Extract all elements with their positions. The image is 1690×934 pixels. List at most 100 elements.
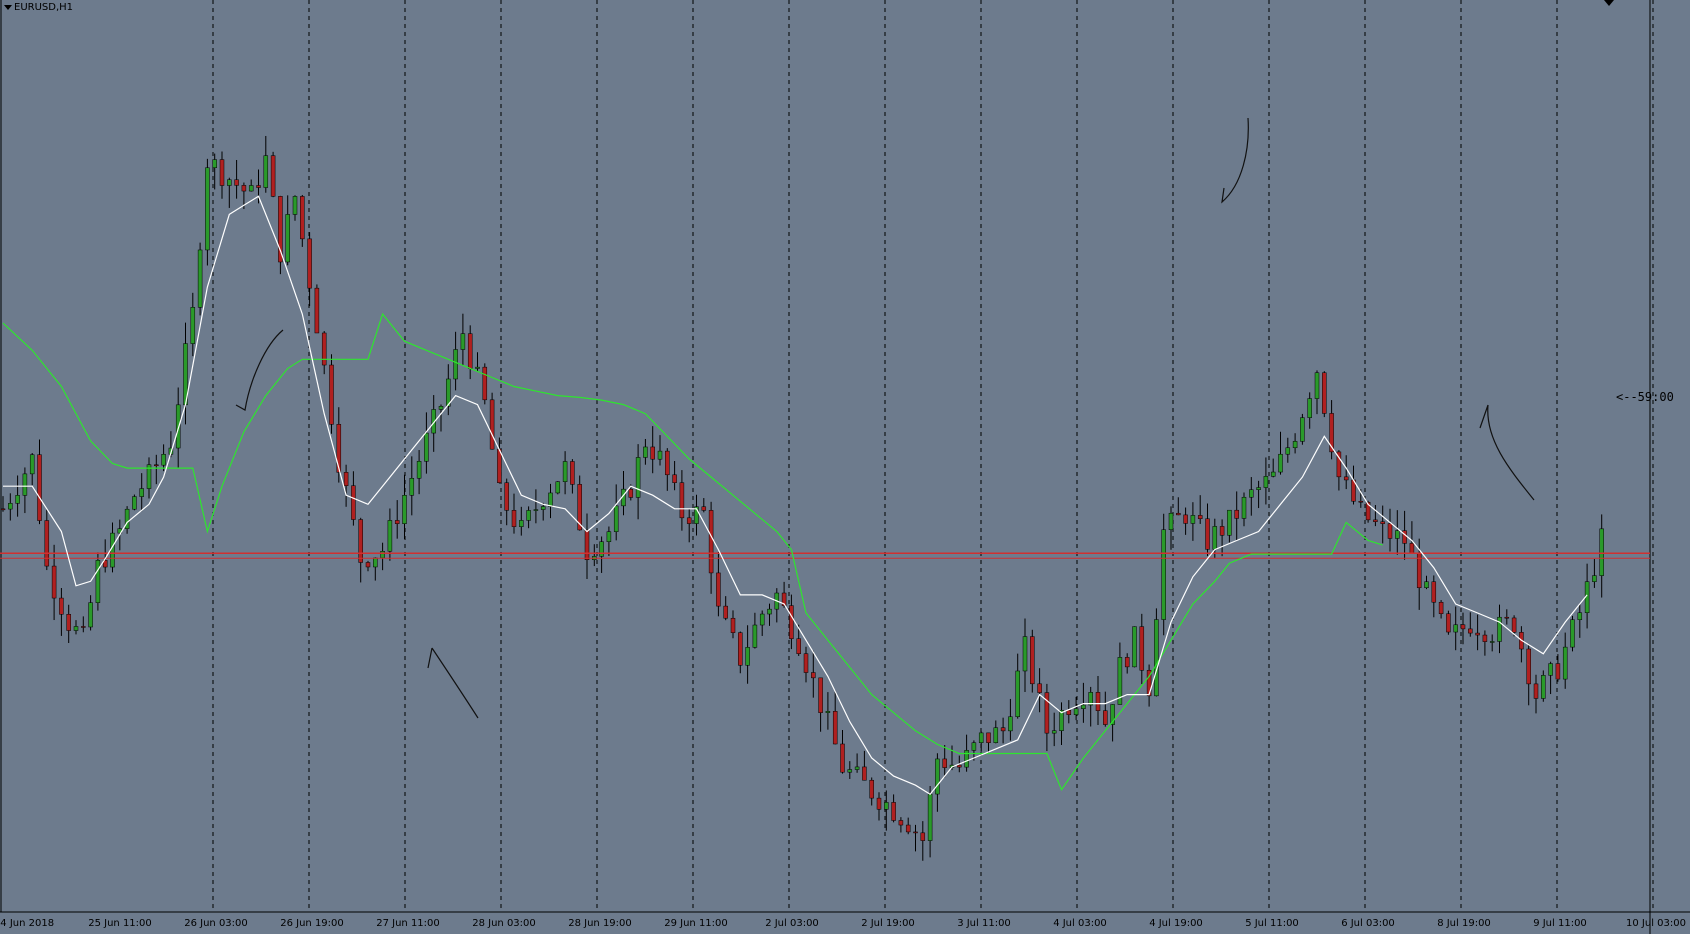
- candle-body: [657, 450, 663, 460]
- x-tick-label: 2 Jul 03:00: [765, 918, 819, 929]
- candle-body: [876, 797, 882, 810]
- candle-body: [1307, 398, 1312, 418]
- candle-body: [1139, 626, 1145, 671]
- candle-body: [957, 764, 962, 768]
- candle-body: [942, 758, 947, 768]
- candle-body: [248, 185, 254, 192]
- candle-body: [307, 238, 312, 289]
- candle-body: [723, 605, 728, 619]
- candle-body: [1497, 616, 1502, 642]
- candle-body: [752, 624, 758, 648]
- candle-body: [526, 510, 531, 521]
- candle-body: [402, 495, 407, 524]
- candle-body: [1124, 657, 1130, 668]
- candle-body: [1044, 692, 1050, 734]
- x-tick-label: 25 Jun 11:00: [88, 918, 152, 929]
- candle-body: [460, 333, 466, 350]
- candle-body: [387, 520, 393, 552]
- candle-body: [139, 488, 144, 497]
- candle-body: [197, 249, 203, 308]
- x-tick-label: 6 Jul 03:00: [1341, 918, 1395, 929]
- symbol-label: EURUSD,H1: [4, 2, 73, 13]
- candle-body: [1256, 487, 1261, 490]
- candle-body: [1460, 624, 1466, 630]
- chart-window[interactable]: 24 Jun 2018 25 Jun 11:00 26 Jun 03:00 26 Ju…: [0, 0, 1690, 934]
- candle-body: [1468, 628, 1473, 634]
- candle-body: [745, 647, 750, 666]
- candle-body: [51, 565, 57, 599]
- candle-body: [321, 332, 327, 366]
- candle-body: [1285, 447, 1291, 455]
- candle-body: [1431, 581, 1437, 603]
- candle-body: [1015, 670, 1020, 718]
- candle-body: [489, 399, 495, 450]
- candle-body: [154, 464, 159, 466]
- candle-body: [1395, 530, 1400, 539]
- candle-body: [1103, 710, 1108, 725]
- candle-body: [1205, 518, 1210, 550]
- candle-body: [1241, 496, 1247, 519]
- candle-body: [1387, 523, 1393, 539]
- candle-body: [285, 214, 290, 263]
- candle-body: [1322, 372, 1327, 414]
- candle-body: [533, 509, 539, 511]
- candle-body: [1008, 716, 1013, 732]
- candle-body: [920, 832, 926, 841]
- candle-body: [701, 506, 707, 511]
- x-tick-label: 27 Jun 11:00: [376, 918, 440, 929]
- candle-body: [1511, 617, 1517, 633]
- candle-body: [789, 605, 794, 639]
- x-tick-label: 3 Jul 11:00: [957, 918, 1011, 929]
- candle-body: [73, 626, 79, 631]
- x-tick-label: 29 Jun 11:00: [664, 918, 728, 929]
- candle-body: [891, 802, 896, 821]
- candle-body: [241, 185, 247, 192]
- candle-body: [1132, 626, 1137, 668]
- candle-body: [22, 473, 28, 496]
- dropdown-icon[interactable]: [4, 5, 12, 10]
- candle-body: [854, 766, 860, 770]
- candle-body: [1489, 641, 1495, 643]
- candle-body: [818, 677, 823, 713]
- candle-body: [1541, 675, 1546, 699]
- candle-body: [161, 454, 166, 466]
- candle-body: [913, 831, 918, 834]
- candle-body: [37, 454, 42, 521]
- candle-body: [759, 613, 765, 626]
- x-tick-label: 26 Jun 03:00: [184, 918, 248, 929]
- candle-body: [730, 617, 736, 633]
- candle-body: [1599, 528, 1604, 576]
- scroll-marker-icon[interactable]: [1604, 0, 1614, 6]
- candle-body: [1555, 663, 1561, 680]
- candle-body: [599, 541, 604, 557]
- candle-body: [811, 672, 816, 679]
- bar-timer: <--59:00: [1616, 390, 1674, 404]
- candle-body: [1526, 648, 1531, 685]
- candle-body: [1373, 519, 1378, 522]
- candle-body: [409, 478, 415, 496]
- candle-body: [329, 364, 334, 425]
- candle-body: [650, 446, 655, 460]
- candle-body: [227, 179, 232, 186]
- candle-body: [438, 406, 444, 410]
- candle-body: [665, 450, 670, 476]
- annotation-stroke: [1221, 117, 1249, 204]
- candle-body: [767, 608, 772, 615]
- candle-body: [1314, 372, 1320, 399]
- candle-body: [1154, 619, 1159, 697]
- candle-body: [964, 750, 969, 768]
- candle-body: [1168, 512, 1174, 530]
- candle-body: [1446, 613, 1451, 633]
- price-chart[interactable]: 24 Jun 2018 25 Jun 11:00 26 Jun 03:00 26 Ju…: [0, 0, 1690, 934]
- candle-body: [270, 155, 276, 197]
- candle-body: [803, 653, 809, 673]
- candle-body: [482, 366, 488, 401]
- candle-body: [453, 349, 458, 380]
- candle-body: [993, 727, 999, 743]
- candle-body: [300, 196, 305, 240]
- candle-body: [416, 461, 422, 479]
- candle-body: [1190, 515, 1196, 524]
- candle-body: [884, 802, 889, 810]
- candle-body: [263, 155, 269, 188]
- candle-body: [95, 560, 101, 603]
